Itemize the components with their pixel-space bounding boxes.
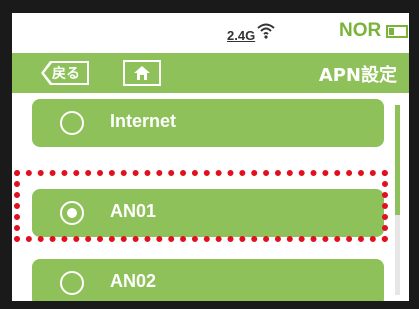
device-screen: 2.4G NOR 戻る APN設定 Internet AN01 AN02 [12, 13, 409, 301]
page-title: APN設定 [318, 65, 397, 86]
battery-icon [386, 25, 408, 38]
back-button-label: 戻る [52, 66, 80, 82]
radio-button[interactable] [60, 111, 84, 135]
apn-option-label: Internet [110, 111, 177, 131]
scrollbar-thumb[interactable] [395, 105, 400, 215]
home-button[interactable] [123, 60, 161, 86]
apn-option-an02[interactable]: AN02 [32, 259, 384, 301]
title-bar: 戻る APN設定 [12, 53, 409, 93]
band-label: 2.4G [227, 28, 256, 43]
scrollbar[interactable] [395, 105, 400, 295]
device-bezel: 2.4G NOR 戻る APN設定 Internet AN01 AN02 [0, 0, 419, 309]
back-button[interactable]: 戻る [40, 60, 90, 86]
wifi-signal-icon [257, 23, 275, 43]
radio-button[interactable] [60, 271, 84, 295]
home-icon [134, 66, 150, 80]
wifi-status: 2.4G [227, 21, 275, 43]
status-bar: 2.4G NOR [12, 13, 409, 51]
selection-highlight-box [14, 170, 388, 242]
apn-option-label: AN02 [110, 271, 157, 291]
apn-option-internet[interactable]: Internet [32, 99, 384, 147]
mode-indicator: NOR [339, 20, 382, 41]
